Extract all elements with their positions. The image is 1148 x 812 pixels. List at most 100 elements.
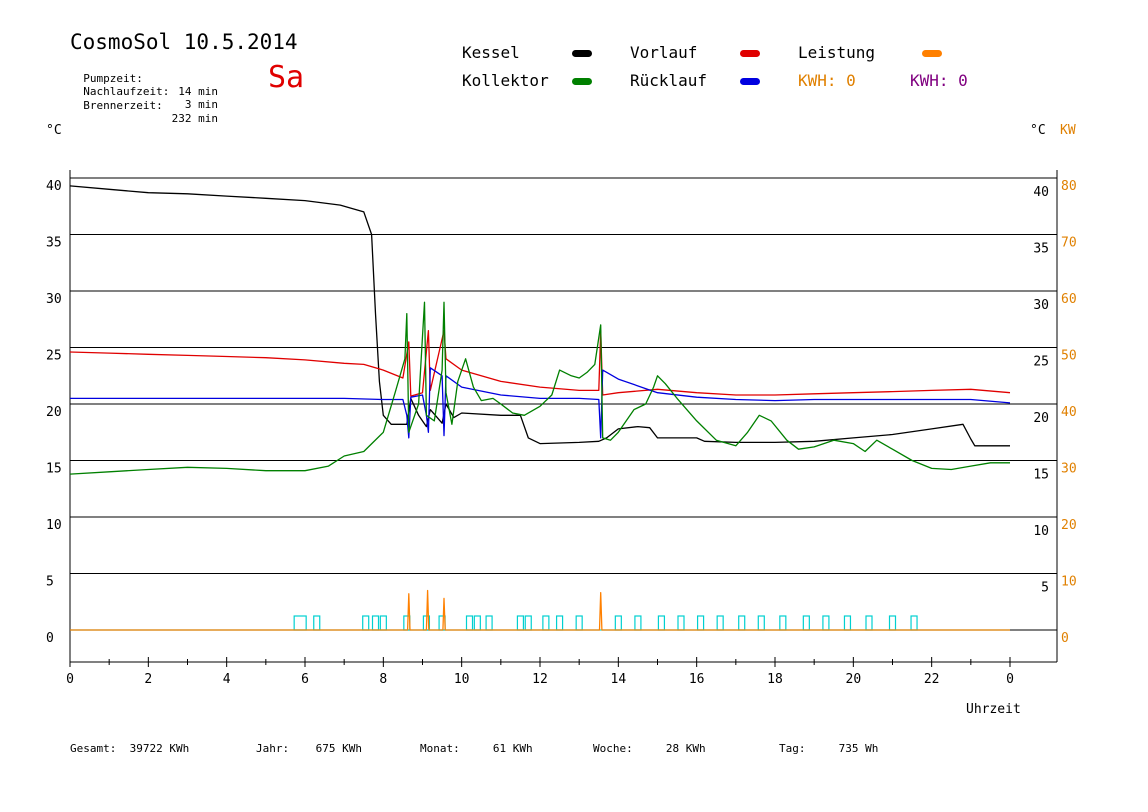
x-tick-label: 16 (689, 672, 705, 687)
pump-marker (757, 615, 765, 631)
pump-marker (379, 615, 387, 631)
y-left-tick-label: 10 (46, 518, 62, 533)
y-right-kw-tick-label: 30 (1061, 462, 1077, 477)
pump-marker (888, 615, 897, 631)
pump-marker (403, 615, 411, 631)
pump-marker (516, 615, 525, 631)
pump-marker (634, 615, 642, 631)
pump-marker (524, 615, 532, 631)
y-right-kw-tick-label: 20 (1061, 518, 1077, 533)
y-right-c-tick-label: 25 (1033, 355, 1049, 370)
y-right-kw-tick-label: 0 (1061, 631, 1069, 646)
info-brennerzeit: Brennerzeit: 232 min (70, 86, 218, 125)
unit-left-celsius: °C (46, 123, 62, 138)
pump-marker (575, 615, 583, 631)
chart-axes (69, 170, 1058, 667)
stat-label: Gesamt: (70, 742, 117, 755)
legend-label-kessel: Kessel (462, 43, 520, 62)
pump-marker (677, 615, 685, 631)
y-right-kw-tick-label: 50 (1061, 349, 1077, 364)
y-left-tick-label: 0 (46, 631, 54, 646)
stat-label: Jahr: (256, 742, 290, 755)
y-right-kw-tick-label: 70 (1061, 236, 1077, 251)
y-right-kw-tick-label: 40 (1061, 405, 1077, 420)
y-left-tick-label: 20 (46, 405, 62, 420)
legend-swatch-kessel (572, 50, 592, 57)
stat-value: 28 KWh (665, 742, 706, 755)
x-tick-label: 2 (144, 672, 152, 687)
x-tick-label: 4 (223, 672, 231, 687)
y-right-c-tick-label: 15 (1033, 468, 1049, 483)
info-value: 14 min (178, 85, 218, 98)
series-line-vorlauf (69, 329, 1011, 397)
stat-value: 675 KWh (315, 742, 362, 755)
pump-marker (696, 615, 705, 631)
x-tick-label: 20 (846, 672, 862, 687)
y-right-c-tick-label: 10 (1033, 524, 1049, 539)
weekday-label: Sa (268, 60, 305, 95)
legend-swatch-leistung (922, 50, 942, 57)
y-right-kw-tick-label: 10 (1061, 575, 1077, 590)
pump-marker (716, 615, 724, 631)
stat-label: Tag: (779, 742, 806, 755)
pump-marker (614, 615, 622, 631)
x-tick-label: 18 (767, 672, 783, 687)
x-axis-label: Uhrzeit (966, 702, 1021, 717)
y-left-tick-label: 25 (46, 349, 62, 364)
kwh-purple: KWH: 0 (910, 71, 968, 90)
x-tick-label: 6 (301, 672, 309, 687)
pump-marker (542, 615, 550, 631)
x-tick-label: 12 (532, 672, 548, 687)
stat-monat: Monat: 61 KWh (420, 742, 533, 755)
y-right-kw-tick-label: 80 (1061, 179, 1077, 194)
unit-right-kw: KW (1060, 123, 1076, 138)
stat-jahr: Jahr: 675 KWh (256, 742, 362, 755)
y-left-tick-label: 40 (46, 179, 62, 194)
y-left-tick-label: 5 (46, 575, 54, 590)
y-left-tick-label: 35 (46, 236, 62, 251)
y-right-kw-tick-label: 60 (1061, 292, 1077, 307)
chart-series (69, 185, 1011, 631)
pump-marker (738, 615, 746, 631)
legend-label-leistung: Leistung (798, 43, 876, 62)
x-tick-label: 14 (611, 672, 627, 687)
stat-tag: Tag: 735 Wh (779, 742, 878, 755)
pump-marker (371, 615, 380, 631)
pump-activity-markers (293, 615, 918, 631)
pump-marker (485, 615, 493, 631)
stat-label: Monat: (420, 742, 460, 755)
y-right-c-tick-label: 20 (1033, 411, 1049, 426)
pump-marker (910, 615, 918, 631)
series-line-kollektor (69, 301, 1010, 475)
y-right-c-tick-label: 35 (1033, 242, 1049, 257)
pump-marker (362, 615, 370, 631)
legend-label-vorlauf: Vorlauf (630, 43, 698, 62)
pump-marker (313, 615, 321, 631)
pump-marker (865, 615, 873, 631)
chart-grid (70, 177, 1057, 631)
x-tick-label: 22 (924, 672, 940, 687)
pump-marker (779, 615, 787, 631)
chart-tick-labels: 0 2 4 6 8 10 12 14 16 18 20 22 0 0 5 10 15 20 25 30 35 40 5 10 1… (46, 179, 1077, 687)
y-right-c-tick-label: 40 (1033, 185, 1049, 200)
y-left-tick-label: 15 (46, 462, 62, 477)
legend-label-ruecklauf: Rücklauf (630, 71, 708, 90)
y-right-c-tick-label: 30 (1033, 298, 1049, 313)
stat-gesamt: Gesamt: 39722 KWh (70, 742, 189, 755)
info-value: 232 min (171, 112, 218, 125)
stat-value: 39722 KWh (129, 742, 190, 755)
x-tick-label: 10 (454, 672, 470, 687)
pump-marker (473, 615, 481, 631)
series-line-leistung (70, 589, 1010, 631)
legend-label-kollektor: Kollektor (462, 71, 549, 90)
y-right-c-tick-label: 5 (1041, 581, 1049, 596)
y-left-tick-label: 30 (46, 292, 62, 307)
x-tick-label: 0 (66, 672, 74, 687)
pump-marker (843, 615, 852, 631)
legend-swatch-ruecklauf (740, 78, 760, 85)
x-tick-label: 0 (1006, 672, 1014, 687)
pump-marker (555, 615, 564, 631)
info-value: 3 min (184, 98, 218, 111)
pump-marker (822, 615, 830, 631)
info-label: Brennerzeit: (83, 99, 163, 112)
